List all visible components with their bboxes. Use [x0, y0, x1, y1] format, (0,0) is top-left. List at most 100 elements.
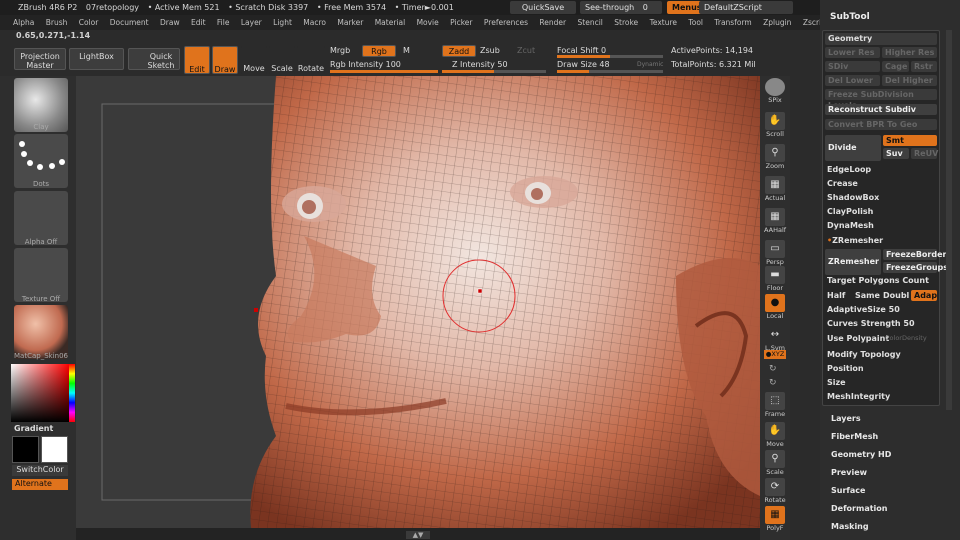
draw-button[interactable]: Draw: [212, 46, 238, 74]
menu-item[interactable]: Transform: [714, 18, 751, 27]
cage-button[interactable]: Cage: [882, 61, 909, 72]
deformation-section[interactable]: Deformation: [831, 504, 887, 513]
gradient-label[interactable]: Gradient: [14, 424, 53, 433]
move-view-button[interactable]: ✋ Move: [764, 422, 786, 450]
menu-item[interactable]: Brush: [46, 18, 68, 27]
adapt-toggle[interactable]: Adapt: [911, 290, 937, 301]
focal-shift-track[interactable]: [557, 55, 663, 58]
same-toggle[interactable]: Same: [855, 291, 880, 302]
document-canvas[interactable]: [76, 76, 760, 528]
primary-color-swatch[interactable]: [12, 436, 39, 463]
size-section[interactable]: Size: [827, 378, 846, 389]
move-button[interactable]: Move: [241, 46, 267, 74]
dynamic-toggle[interactable]: Dynamic: [637, 61, 663, 68]
draw-size-slider[interactable]: Draw Size 48: [557, 60, 610, 69]
zremesher-button[interactable]: ZRemesher: [825, 249, 881, 275]
color-density-slider[interactable]: ColorDensity: [885, 334, 927, 345]
default-zscript-button[interactable]: DefaultZScript: [699, 1, 793, 14]
menu-item[interactable]: Picker: [450, 18, 472, 27]
menu-item[interactable]: Preferences: [484, 18, 528, 27]
see-through-slider[interactable]: See-through 0: [580, 1, 662, 14]
aahalf-button[interactable]: ▦ AAHalf: [764, 208, 786, 236]
material-thumbnail[interactable]: [14, 305, 68, 359]
target-polygons-slider[interactable]: Target Polygons Count: [827, 276, 929, 287]
projection-master-button[interactable]: Projection Master: [14, 48, 66, 70]
rotate-button[interactable]: Rotate: [297, 46, 325, 74]
adaptive-size-slider[interactable]: AdaptiveSize 50: [827, 305, 900, 316]
actual-button[interactable]: ▦ Actual: [764, 176, 786, 204]
curves-strength-slider[interactable]: Curves Strength 50: [827, 319, 915, 330]
menu-item[interactable]: Movie: [417, 18, 439, 27]
shadowbox-section[interactable]: ShadowBox: [827, 193, 879, 204]
half-toggle[interactable]: Half: [827, 291, 845, 302]
menu-item[interactable]: Document: [110, 18, 149, 27]
rotate-y-icon[interactable]: ↻: [769, 364, 777, 374]
quicksave-button[interactable]: QuickSave: [510, 1, 576, 14]
z-intensity-track[interactable]: [442, 70, 546, 73]
frame-button[interactable]: ⬚ Frame: [764, 392, 786, 420]
freeze-subdivision-button[interactable]: Freeze SubDivision Levels: [825, 89, 937, 110]
meshintegrity-section[interactable]: MeshIntegrity: [827, 392, 890, 403]
rgb-button[interactable]: Rgb: [362, 45, 396, 57]
zremesher-section[interactable]: •ZRemesher: [827, 236, 883, 247]
menu-item[interactable]: Edit: [191, 18, 206, 27]
focal-shift-slider[interactable]: Focal Shift 0: [557, 46, 606, 55]
surface-section[interactable]: Surface: [831, 486, 865, 495]
menu-item[interactable]: Render: [539, 18, 566, 27]
edgeloop-section[interactable]: EdgeLoop: [827, 165, 871, 176]
suv-toggle[interactable]: Suv: [883, 148, 909, 159]
sdiv-slider[interactable]: SDiv: [825, 61, 880, 72]
fibermesh-section[interactable]: FiberMesh: [831, 432, 878, 441]
edit-button[interactable]: Edit: [184, 46, 210, 74]
alpha-thumbnail[interactable]: [14, 191, 68, 245]
scroll-button[interactable]: ✋ Scroll: [764, 112, 786, 140]
layers-section[interactable]: Layers: [831, 414, 861, 423]
local-button[interactable]: ● Local: [764, 294, 786, 322]
xyz-button[interactable]: ●XYZ: [764, 350, 786, 359]
menu-item[interactable]: File: [217, 18, 230, 27]
geometry-hd-section[interactable]: Geometry HD: [831, 450, 891, 459]
scale-button[interactable]: Scale: [269, 46, 295, 74]
zcut-button[interactable]: Zcut: [517, 46, 535, 55]
tray-scrollbar[interactable]: [946, 30, 952, 410]
double-toggle[interactable]: Double: [883, 291, 909, 302]
menu-item[interactable]: Stroke: [614, 18, 638, 27]
menu-item[interactable]: Tool: [688, 18, 703, 27]
lower-res-button[interactable]: Lower Res: [825, 47, 880, 58]
smt-toggle[interactable]: Smt: [883, 135, 937, 146]
rotate-view-button[interactable]: ⟳ Rotate: [764, 478, 786, 506]
expand-bottom-icon[interactable]: ▲▼: [406, 531, 430, 539]
masking-section[interactable]: Masking: [831, 522, 869, 531]
persp-button[interactable]: ▭ Persp: [764, 240, 786, 268]
rgb-intensity-track[interactable]: [330, 70, 438, 73]
claypolish-section[interactable]: ClayPolish: [827, 207, 873, 218]
convert-bpr-button[interactable]: Convert BPR To Geo: [825, 119, 937, 130]
alternate-button[interactable]: Alternate: [12, 479, 68, 490]
hue-strip[interactable]: [69, 364, 75, 422]
menu-item[interactable]: Macro: [303, 18, 326, 27]
rotate-z-icon[interactable]: ↻: [769, 378, 777, 388]
menu-item[interactable]: Marker: [337, 18, 363, 27]
crease-section[interactable]: Crease: [827, 179, 858, 190]
del-higher-button[interactable]: Del Higher: [882, 75, 937, 86]
del-lower-button[interactable]: Del Lower: [825, 75, 880, 86]
secondary-color-swatch[interactable]: [41, 436, 68, 463]
rgb-intensity-slider[interactable]: Rgb Intensity 100: [330, 60, 401, 69]
zadd-button[interactable]: Zadd: [442, 45, 476, 57]
scale-view-button[interactable]: ⚲ Scale: [764, 450, 786, 478]
polyf-button[interactable]: ▦ PolyF: [764, 506, 786, 534]
menu-item[interactable]: Draw: [160, 18, 180, 27]
rstr-button[interactable]: Rstr: [911, 61, 937, 72]
m-button[interactable]: M: [403, 46, 410, 55]
spix-button[interactable]: SPix: [764, 78, 786, 106]
use-polypaint-toggle[interactable]: Use Polypaint: [827, 334, 889, 345]
higher-res-button[interactable]: Higher Res: [882, 47, 937, 58]
modify-topology-section[interactable]: Modify Topology: [827, 350, 901, 361]
preview-section[interactable]: Preview: [831, 468, 867, 477]
draw-size-track[interactable]: [557, 70, 663, 73]
reconstruct-subdiv-button[interactable]: Reconstruct Subdiv: [825, 104, 937, 115]
menu-item[interactable]: Zplugin: [763, 18, 791, 27]
color-picker[interactable]: [11, 364, 69, 422]
menu-item[interactable]: Material: [375, 18, 405, 27]
texture-thumbnail[interactable]: [14, 248, 68, 302]
